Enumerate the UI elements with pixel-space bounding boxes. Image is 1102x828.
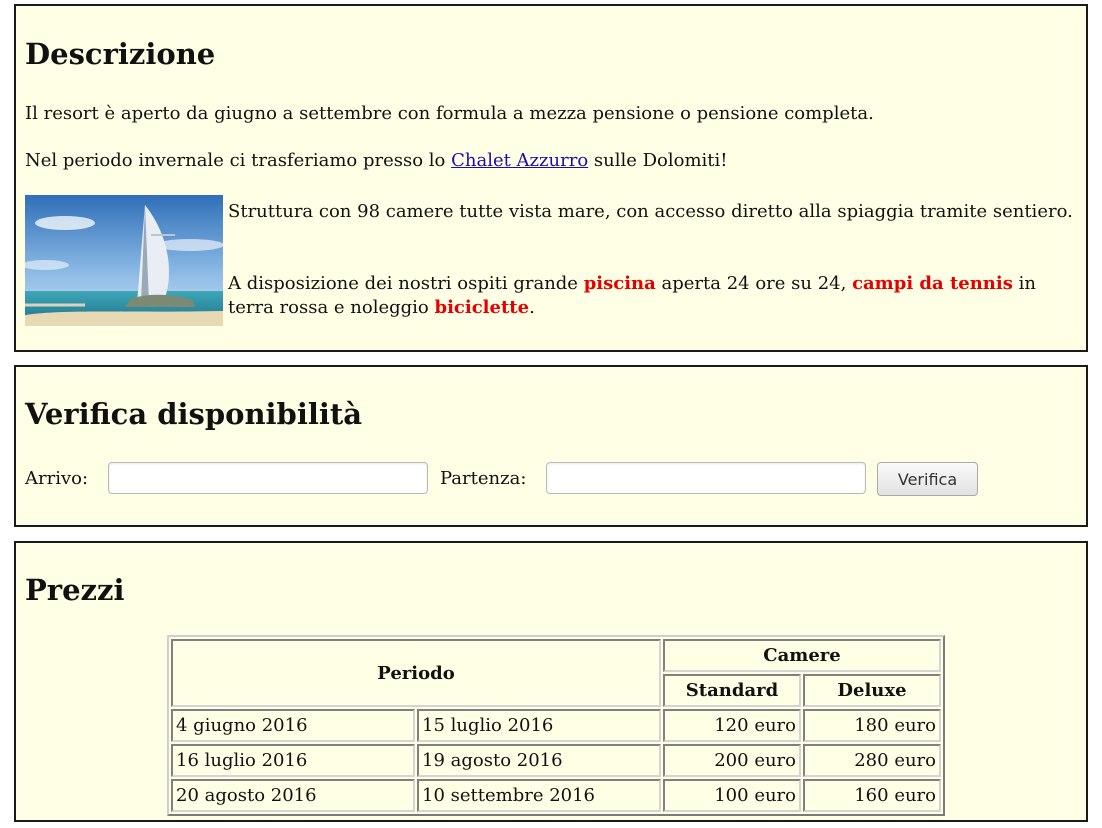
availability-title: Verifica disponibilità bbox=[25, 397, 363, 431]
description-paragraph-1: Il resort è aperto da giugno a settembre… bbox=[25, 103, 874, 124]
prices-panel: Prezzi Periodo Camere Standard Deluxe 4 … bbox=[14, 541, 1088, 822]
description-paragraph-2-text-after: sulle Dolomiti! bbox=[588, 150, 728, 171]
table-row: 16 luglio 2016 19 agosto 2016 200 euro 2… bbox=[171, 744, 941, 777]
description-panel: Descrizione Il resort è aperto da giugno… bbox=[14, 4, 1088, 352]
period-from: 20 agosto 2016 bbox=[171, 779, 415, 812]
highlight-piscina: piscina bbox=[583, 273, 656, 294]
chalet-azzurro-link[interactable]: Chalet Azzurro bbox=[451, 150, 588, 171]
table-row: 20 agosto 2016 10 settembre 2016 100 eur… bbox=[171, 779, 941, 812]
header-standard: Standard bbox=[663, 674, 801, 707]
resort-image bbox=[25, 195, 223, 326]
availability-panel: Verifica disponibilità Arrivo: Partenza:… bbox=[14, 365, 1088, 527]
features-text-4: . bbox=[529, 297, 535, 318]
features-paragraph-1: Struttura con 98 camere tutte vista mare… bbox=[228, 201, 1073, 222]
prices-table: Periodo Camere Standard Deluxe 4 giugno … bbox=[167, 635, 945, 816]
features-paragraph-2: A disposizione dei nostri ospiti grande … bbox=[228, 272, 1078, 320]
departure-input[interactable] bbox=[546, 462, 866, 494]
table-row: 4 giugno 2016 15 luglio 2016 120 euro 18… bbox=[171, 709, 941, 742]
period-from: 16 luglio 2016 bbox=[171, 744, 415, 777]
description-paragraph-2: Nel periodo invernale ci trasferiamo pre… bbox=[25, 149, 728, 173]
description-title: Descrizione bbox=[25, 37, 216, 71]
arrival-input[interactable] bbox=[108, 462, 428, 494]
price-standard: 100 euro bbox=[663, 779, 801, 812]
price-deluxe: 160 euro bbox=[803, 779, 941, 812]
price-deluxe: 180 euro bbox=[803, 709, 941, 742]
arrival-label: Arrivo: bbox=[25, 468, 89, 489]
verify-button[interactable]: Verifica bbox=[877, 462, 978, 496]
price-standard: 200 euro bbox=[663, 744, 801, 777]
highlight-campi-da-tennis: campi da tennis bbox=[852, 273, 1013, 294]
period-to: 10 settembre 2016 bbox=[417, 779, 661, 812]
prices-title: Prezzi bbox=[25, 573, 125, 607]
period-to: 15 luglio 2016 bbox=[417, 709, 661, 742]
header-rooms: Camere bbox=[663, 639, 941, 672]
price-standard: 120 euro bbox=[663, 709, 801, 742]
header-period: Periodo bbox=[171, 639, 661, 707]
highlight-biciclette: biciclette bbox=[434, 297, 530, 318]
departure-label: Partenza: bbox=[440, 468, 527, 489]
features-text-2: aperta 24 ore su 24, bbox=[655, 273, 853, 294]
price-deluxe: 280 euro bbox=[803, 744, 941, 777]
description-paragraph-2-text-before: Nel periodo invernale ci trasferiamo pre… bbox=[25, 150, 452, 171]
header-deluxe: Deluxe bbox=[803, 674, 941, 707]
features-text-1: A disposizione dei nostri ospiti grande bbox=[228, 273, 584, 294]
period-from: 4 giugno 2016 bbox=[171, 709, 415, 742]
period-to: 19 agosto 2016 bbox=[417, 744, 661, 777]
